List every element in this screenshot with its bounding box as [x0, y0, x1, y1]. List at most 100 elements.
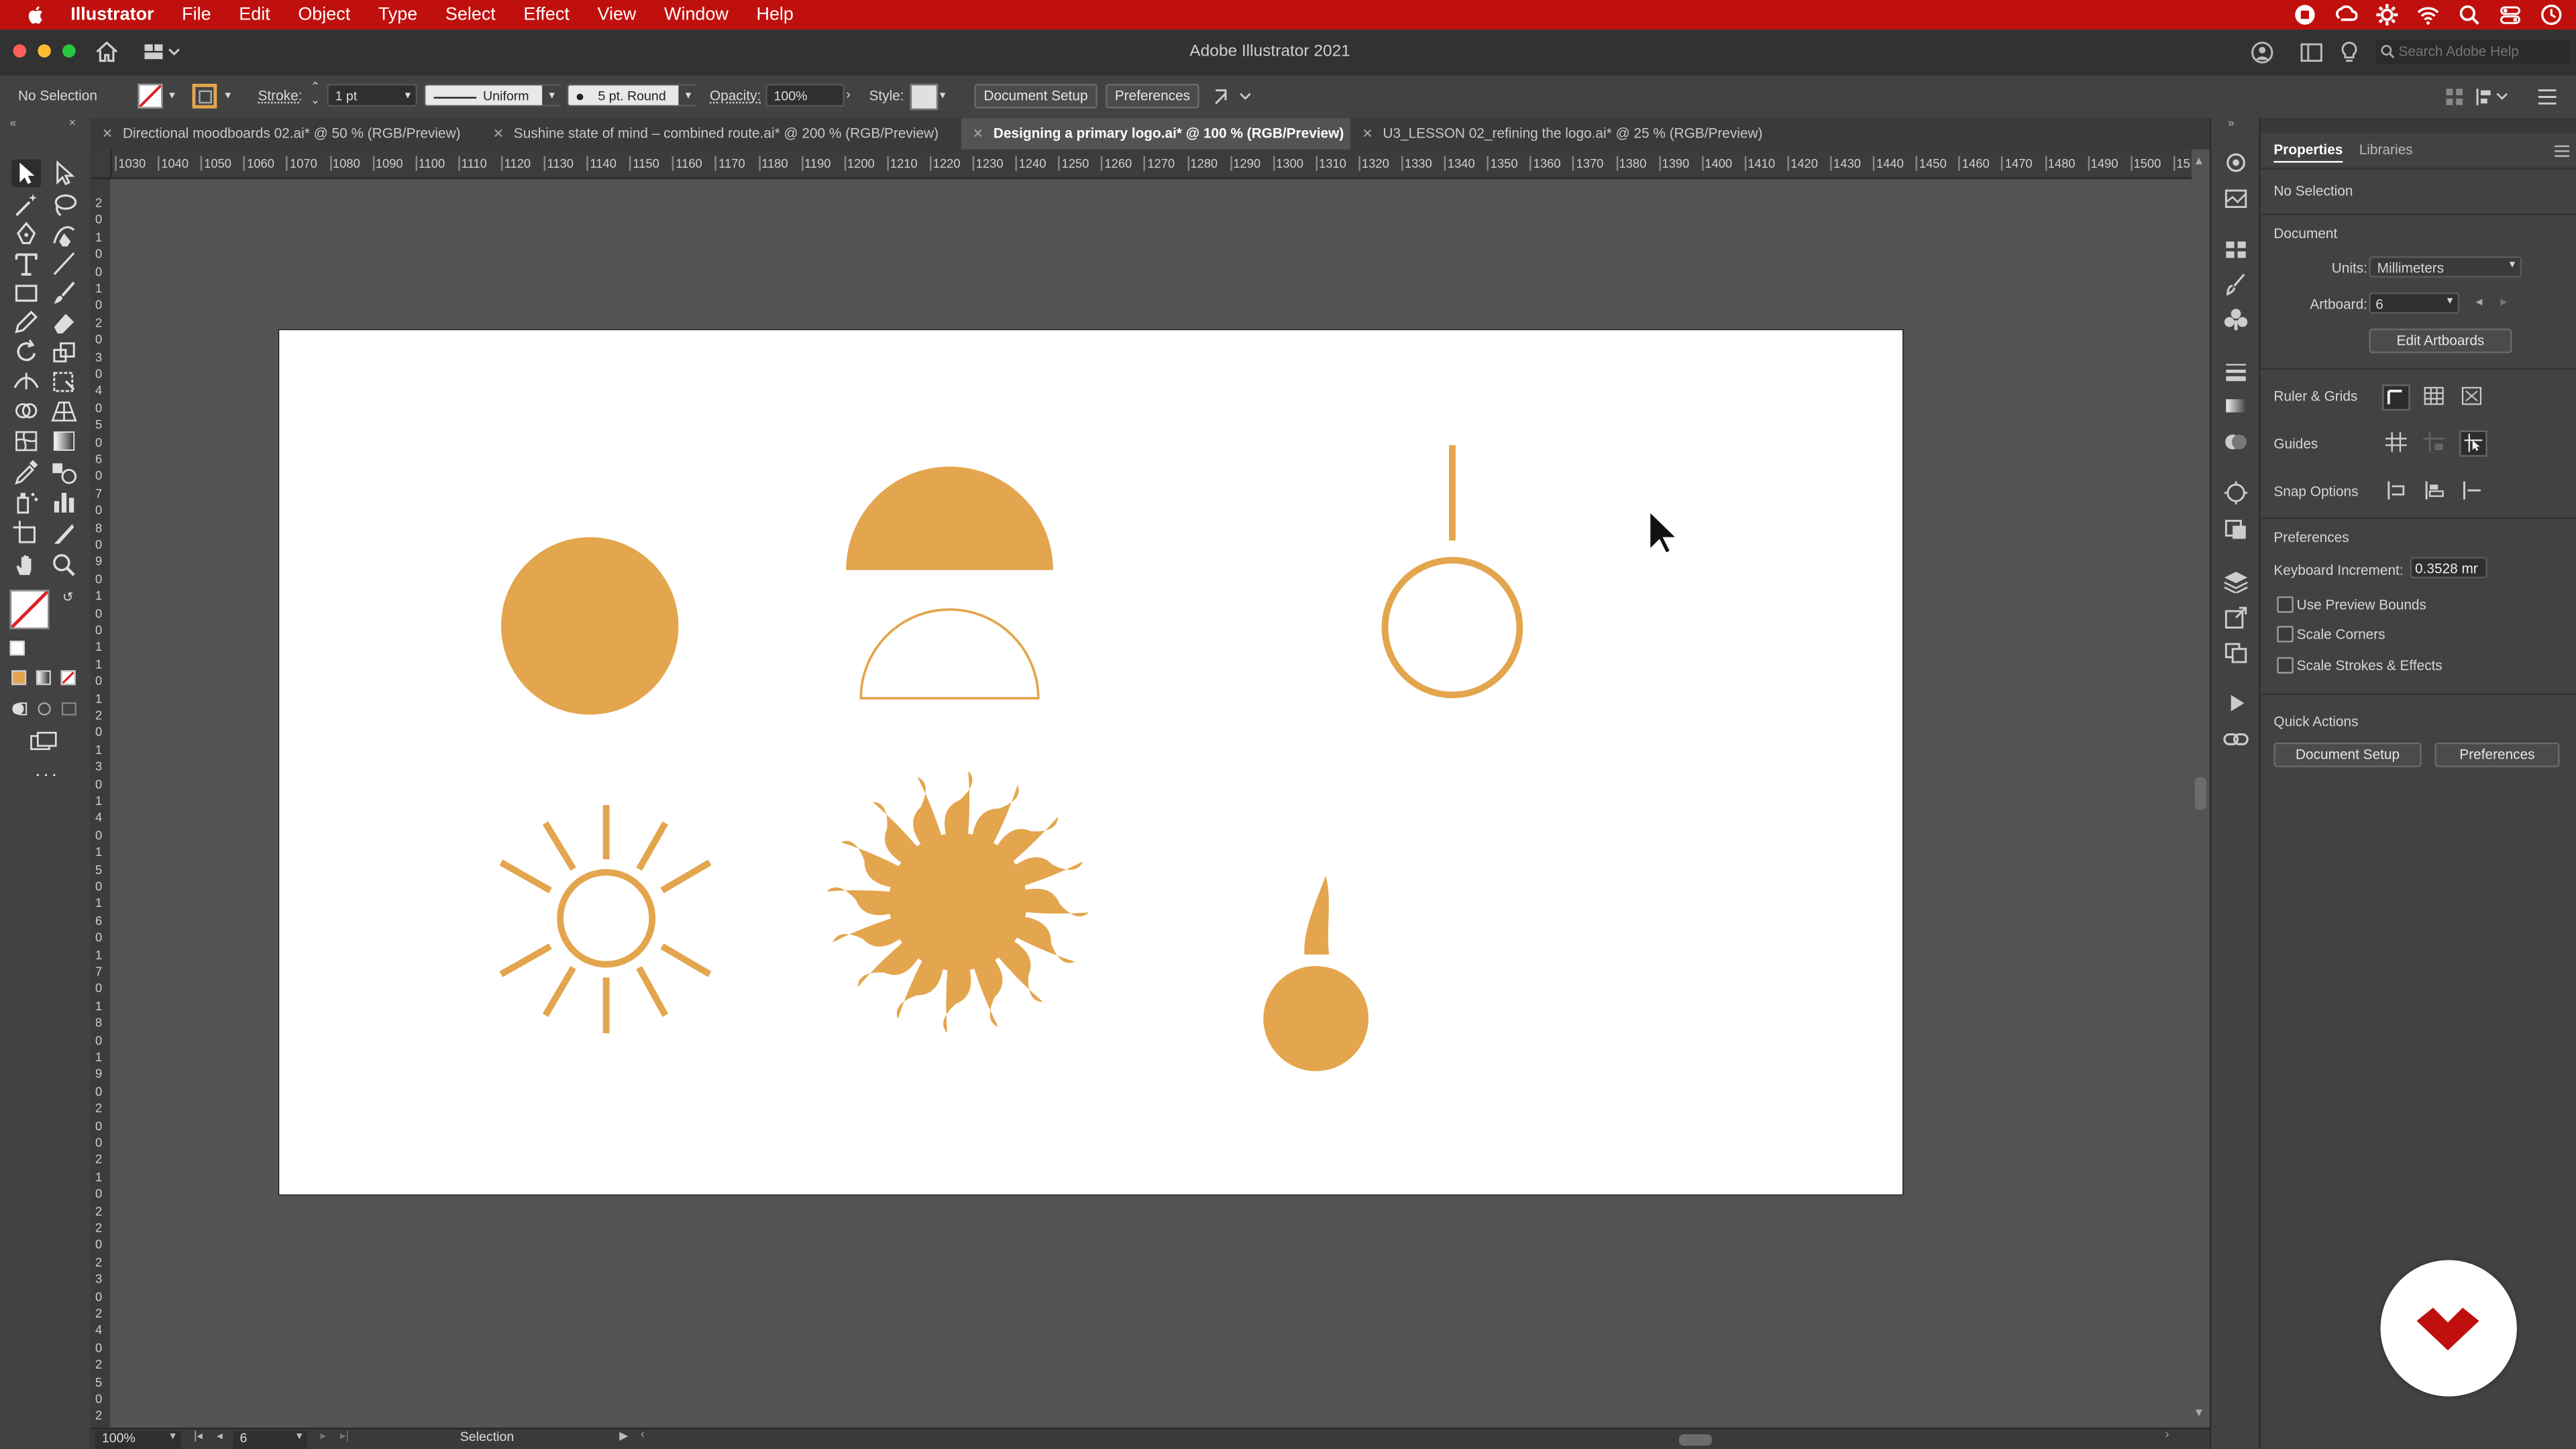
menu-effect[interactable]: Effect [523, 5, 569, 24]
graphic-style-swatch[interactable] [910, 83, 938, 111]
swatches-panel-icon[interactable] [2222, 238, 2249, 261]
show-guides-icon[interactable] [2385, 432, 2407, 452]
shaper-tool[interactable] [11, 309, 41, 337]
stroke-panel-icon[interactable] [2222, 360, 2249, 382]
artboard-navigation-field[interactable]: 6 ▾ [233, 1431, 307, 1449]
tab-designing-a-primary-logo[interactable]: ✕ Designing a primary logo.ai* @ 100 % (R… [961, 118, 1351, 150]
gear-icon[interactable] [2375, 3, 2398, 26]
units-dropdown[interactable]: Millimeters ▾ [2369, 256, 2522, 278]
scroll-right-arrow-icon[interactable]: › [2165, 1430, 2169, 1441]
lightbulb-icon[interactable] [2339, 41, 2359, 64]
export-panel-icon[interactable] [2222, 606, 2249, 629]
menu-view[interactable]: View [597, 5, 636, 24]
symbol-sprayer-tool[interactable] [11, 488, 41, 516]
tab-sushine-state-of-mind[interactable]: ✕ Sushine state of mind – combined route.… [482, 118, 961, 150]
menu-edit[interactable]: Edit [239, 5, 270, 24]
tab-close-icon[interactable]: ✕ [1362, 127, 1373, 142]
draw-behind-icon[interactable] [36, 702, 52, 716]
artboards-panel-icon[interactable] [2222, 641, 2249, 663]
quick-preferences-button[interactable]: Preferences [2434, 742, 2560, 767]
stroke-dropdown-chevron-icon[interactable]: ▾ [225, 89, 231, 102]
help-search-box[interactable] [2375, 39, 2570, 64]
gradient-tool[interactable] [49, 427, 78, 455]
fill-none-swatch[interactable] [138, 83, 163, 109]
transparency-panel-icon[interactable] [2222, 431, 2249, 453]
edit-toolbar-more-icon[interactable]: ··· [34, 762, 59, 785]
wifi-icon[interactable] [2416, 3, 2439, 26]
opacity-field[interactable]: 100% [765, 83, 845, 107]
quick-document-setup-button[interactable]: Document Setup [2273, 742, 2422, 767]
vertical-ruler[interactable]: 2010010203040506070809010011012013014015… [90, 149, 112, 1428]
paintbrush-tool[interactable] [49, 279, 78, 307]
menu-help[interactable]: Help [756, 5, 793, 24]
zoom-level-dropdown[interactable]: 100% ▾ [95, 1431, 181, 1449]
perspective-grid-tool[interactable] [49, 398, 78, 426]
toggle-rulers-button[interactable] [2382, 384, 2410, 411]
draw-normal-icon[interactable] [11, 702, 28, 716]
eyedropper-tool[interactable] [11, 458, 41, 486]
blend-tool[interactable] [49, 458, 78, 486]
mesh-tool[interactable] [11, 427, 41, 455]
fill-color-box[interactable] [9, 590, 50, 629]
gradient-mode-button[interactable] [36, 670, 51, 686]
collapse-panels-icon[interactable]: » [2228, 118, 2235, 129]
draw-inside-icon[interactable] [61, 702, 77, 716]
first-artboard-icon[interactable]: |◂ [194, 1430, 203, 1442]
free-transform-tool[interactable] [49, 368, 78, 396]
slice-tool[interactable] [49, 519, 78, 547]
panel-menu-icon[interactable] [2555, 145, 2570, 158]
edit-artboards-button[interactable]: Edit Artboards [2369, 328, 2512, 354]
pen-tool[interactable] [11, 220, 41, 248]
snap-to-glyph-icon[interactable] [2461, 481, 2483, 500]
links-panel-icon[interactable] [2222, 728, 2249, 751]
last-artboard-icon[interactable]: ▸| [340, 1430, 349, 1442]
solid-circle-shape[interactable] [500, 537, 679, 715]
grid-icon[interactable] [2423, 386, 2445, 406]
ring-shape[interactable] [1381, 557, 1523, 698]
default-colors-icon[interactable] [9, 641, 25, 656]
menu-file[interactable]: File [182, 5, 211, 24]
ruler-origin[interactable] [90, 149, 112, 179]
help-search-input[interactable] [2398, 41, 2563, 61]
outline-semicircle-shape[interactable] [859, 608, 1040, 700]
scale-tool[interactable] [49, 338, 78, 366]
record-icon[interactable] [2294, 3, 2316, 26]
stroke-label[interactable]: Stroke: [258, 87, 302, 103]
color-guide-panel-icon[interactable] [2222, 517, 2249, 540]
lasso-tool[interactable] [49, 191, 78, 219]
creative-cloud-icon[interactable] [2334, 3, 2358, 26]
artboard-number-field[interactable]: 6 ▾ [2369, 292, 2460, 314]
eraser-tool[interactable] [49, 309, 78, 337]
tab-properties[interactable]: Properties [2273, 142, 2343, 163]
status-menu-arrow-icon[interactable]: ▶ [619, 1430, 628, 1442]
menu-object[interactable]: Object [298, 5, 350, 24]
clock-icon[interactable] [2540, 3, 2563, 26]
select-similar-icon[interactable] [1212, 87, 1252, 107]
preferences-button[interactable]: Preferences [1106, 83, 1199, 109]
menu-app-name[interactable]: Illustrator [70, 5, 154, 24]
actions-panel-icon[interactable] [2222, 692, 2249, 714]
user-account-icon[interactable] [2251, 41, 2273, 64]
vertical-scrollbar[interactable]: ▲ ▼ [2191, 149, 2210, 1428]
tab-close-icon[interactable]: ✕ [493, 127, 504, 142]
brush-definition-dropdown[interactable]: 5 pt. Round ▾ [566, 83, 698, 107]
collapse-toolbar-icon[interactable]: « [10, 118, 17, 129]
tab-close-icon[interactable]: ✕ [973, 127, 983, 142]
rotate-tool[interactable] [11, 338, 41, 366]
layers-panel-icon[interactable] [2222, 570, 2249, 594]
transparency-grid-icon[interactable] [2461, 386, 2483, 406]
width-tool[interactable] [11, 368, 41, 396]
selection-tool[interactable] [11, 159, 42, 188]
stroke-swatch[interactable] [192, 83, 217, 109]
gradient-panel-icon[interactable] [2222, 394, 2249, 417]
type-tool[interactable] [11, 250, 41, 278]
zoom-tool[interactable] [49, 550, 78, 578]
tab-libraries[interactable]: Libraries [2359, 142, 2413, 158]
previous-artboard-status-icon[interactable]: ◂ [217, 1430, 223, 1442]
menu-window[interactable]: Window [664, 5, 729, 24]
menu-select[interactable]: Select [445, 5, 496, 24]
tab-directional-moodboards[interactable]: ✕ Directional moodboards 02.ai* @ 50 % (R… [91, 118, 485, 150]
tab-u3-lesson-02[interactable]: ✕ U3_LESSON 02_refining the logo.ai* @ 25… [1350, 118, 1781, 150]
opacity-label[interactable]: Opacity: [710, 87, 761, 103]
artboard-tool[interactable] [11, 519, 41, 547]
